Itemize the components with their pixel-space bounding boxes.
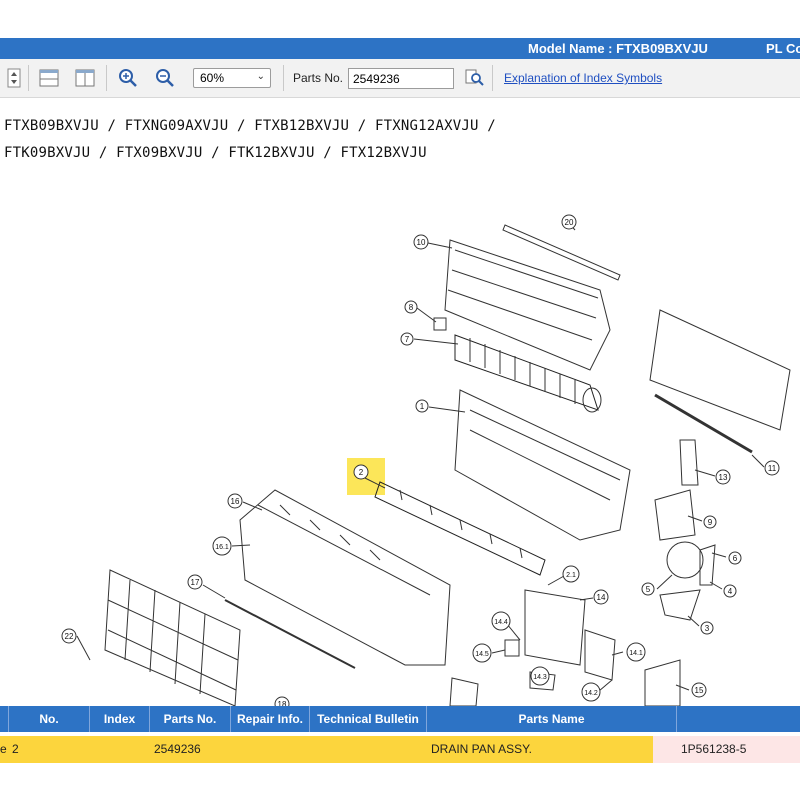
zoom-select[interactable]: 60% ⌄ bbox=[193, 68, 271, 88]
row-no: 2 bbox=[12, 742, 19, 756]
explanation-of-index-symbols-link[interactable]: Explanation of Index Symbols bbox=[504, 71, 662, 85]
horizontal-split-icon[interactable] bbox=[38, 67, 60, 89]
zoom-value: 60% bbox=[200, 71, 225, 85]
svg-text:2: 2 bbox=[359, 468, 364, 477]
parts-table-header: No. Index Parts No. Repair Info. Technic… bbox=[0, 706, 800, 732]
header-cut-column bbox=[0, 706, 9, 732]
svg-text:14.3: 14.3 bbox=[533, 674, 547, 681]
models-line-2: FTK09BXVJU / FTX09BXVJU / FTK12BXVJU / F… bbox=[4, 145, 427, 161]
zoom-in-icon[interactable] bbox=[117, 67, 139, 89]
exploded-parts-diagram: 20 10 8 7 1 2 11 13 16 16.1 9 6 5 4 3 17… bbox=[61, 214, 791, 706]
callout-9[interactable]: 9 bbox=[703, 515, 717, 529]
svg-text:14.4: 14.4 bbox=[494, 619, 508, 626]
svg-text:4: 4 bbox=[728, 587, 733, 596]
svg-text:14: 14 bbox=[597, 593, 606, 602]
svg-text:7: 7 bbox=[405, 335, 410, 344]
callout-2-1[interactable]: 2.1 bbox=[562, 565, 580, 583]
table-row[interactable]: e 2 2549236 DRAIN PAN ASSY. 1P561238-5 bbox=[0, 736, 800, 763]
callout-14-3[interactable]: 14.3 bbox=[530, 666, 550, 686]
svg-text:1: 1 bbox=[420, 402, 425, 411]
row-highlight bbox=[0, 736, 653, 763]
row-spec: 1P561238-5 bbox=[681, 742, 747, 756]
svg-text:15: 15 bbox=[695, 686, 704, 695]
svg-text:17: 17 bbox=[191, 578, 200, 587]
row-cut-prefix: e bbox=[0, 742, 7, 756]
callout-22[interactable]: 22 bbox=[61, 628, 77, 644]
header-technical-bulletin[interactable]: Technical Bulletin bbox=[310, 706, 427, 732]
callout-5[interactable]: 5 bbox=[641, 582, 655, 596]
svg-text:8: 8 bbox=[409, 303, 414, 312]
parts-no-input[interactable] bbox=[348, 68, 454, 89]
callout-14-5[interactable]: 14.5 bbox=[472, 643, 492, 663]
svg-text:9: 9 bbox=[708, 518, 713, 527]
callout-11[interactable]: 11 bbox=[764, 460, 780, 476]
svg-text:11: 11 bbox=[768, 464, 777, 473]
models-line-1: FTXB09BXVJU / FTXNG09AXVJU / FTXB12BXVJU… bbox=[4, 118, 496, 134]
callout-13[interactable]: 13 bbox=[715, 469, 731, 485]
svg-text:20: 20 bbox=[565, 218, 574, 227]
svg-text:13: 13 bbox=[719, 473, 728, 482]
callout-4[interactable]: 4 bbox=[723, 584, 737, 598]
row-parts-name: DRAIN PAN ASSY. bbox=[431, 742, 532, 756]
zoom-out-icon[interactable] bbox=[154, 67, 176, 89]
scroll-icon[interactable] bbox=[3, 67, 25, 89]
svg-text:14.1: 14.1 bbox=[629, 650, 643, 657]
header-repair-info[interactable]: Repair Info. bbox=[231, 706, 310, 732]
toolbar-separator bbox=[492, 65, 493, 91]
callout-1[interactable]: 1 bbox=[415, 399, 429, 413]
callout-18[interactable]: 18 bbox=[274, 696, 290, 706]
toolbar-separator bbox=[28, 65, 29, 91]
callout-2[interactable]: 2 bbox=[353, 464, 369, 480]
row-parts-no[interactable]: 2549236 bbox=[154, 736, 201, 763]
header-parts-name[interactable]: Parts Name bbox=[427, 706, 677, 732]
svg-text:14.5: 14.5 bbox=[475, 651, 489, 658]
callout-15[interactable]: 15 bbox=[691, 682, 707, 698]
header-spec-column bbox=[677, 706, 800, 732]
callout-3[interactable]: 3 bbox=[700, 621, 714, 635]
svg-text:16: 16 bbox=[231, 497, 240, 506]
callout-6[interactable]: 6 bbox=[728, 551, 742, 565]
svg-text:14.2: 14.2 bbox=[584, 690, 598, 697]
callout-14-2[interactable]: 14.2 bbox=[581, 682, 601, 702]
model-name-title: Model Name : FTXB09BXVJU bbox=[528, 41, 708, 56]
callout-17[interactable]: 17 bbox=[187, 574, 203, 590]
svg-text:22: 22 bbox=[65, 632, 74, 641]
svg-text:2.1: 2.1 bbox=[566, 572, 576, 579]
title-bar: Model Name : FTXB09BXVJU PL Co bbox=[0, 38, 800, 59]
parts-list-code-title: PL Co bbox=[766, 41, 800, 56]
callout-14[interactable]: 14 bbox=[593, 589, 609, 605]
top-margin bbox=[0, 0, 800, 38]
applicable-models: FTXB09BXVJU / FTXNG09AXVJU / FTXB12BXVJU… bbox=[4, 113, 496, 167]
header-no[interactable]: No. bbox=[9, 706, 90, 732]
vertical-split-icon[interactable] bbox=[74, 67, 96, 89]
header-index[interactable]: Index bbox=[90, 706, 150, 732]
parts-no-label: Parts No. bbox=[293, 71, 344, 85]
callout-7[interactable]: 7 bbox=[400, 332, 414, 346]
chevron-down-icon: ⌄ bbox=[256, 71, 265, 82]
header-parts-no[interactable]: Parts No. bbox=[150, 706, 231, 732]
callout-14-4[interactable]: 14.4 bbox=[491, 611, 511, 631]
toolbar-separator bbox=[283, 65, 284, 91]
svg-text:5: 5 bbox=[646, 585, 651, 594]
svg-text:6: 6 bbox=[733, 554, 738, 563]
callout-14-1[interactable]: 14.1 bbox=[626, 642, 646, 662]
callout-8[interactable]: 8 bbox=[404, 300, 418, 314]
callout-10[interactable]: 10 bbox=[413, 234, 429, 250]
callout-20[interactable]: 20 bbox=[561, 214, 577, 230]
svg-text:10: 10 bbox=[417, 238, 426, 247]
svg-text:16.1: 16.1 bbox=[215, 544, 229, 551]
callout-16-1[interactable]: 16.1 bbox=[212, 536, 232, 556]
toolbar-separator bbox=[106, 65, 107, 91]
svg-text:3: 3 bbox=[705, 624, 710, 633]
parts-search-icon[interactable] bbox=[463, 67, 485, 89]
callout-16[interactable]: 16 bbox=[227, 493, 243, 509]
parts-catalog-window: Model Name : FTXB09BXVJU PL Co 60% ⌄ Par… bbox=[0, 0, 800, 800]
